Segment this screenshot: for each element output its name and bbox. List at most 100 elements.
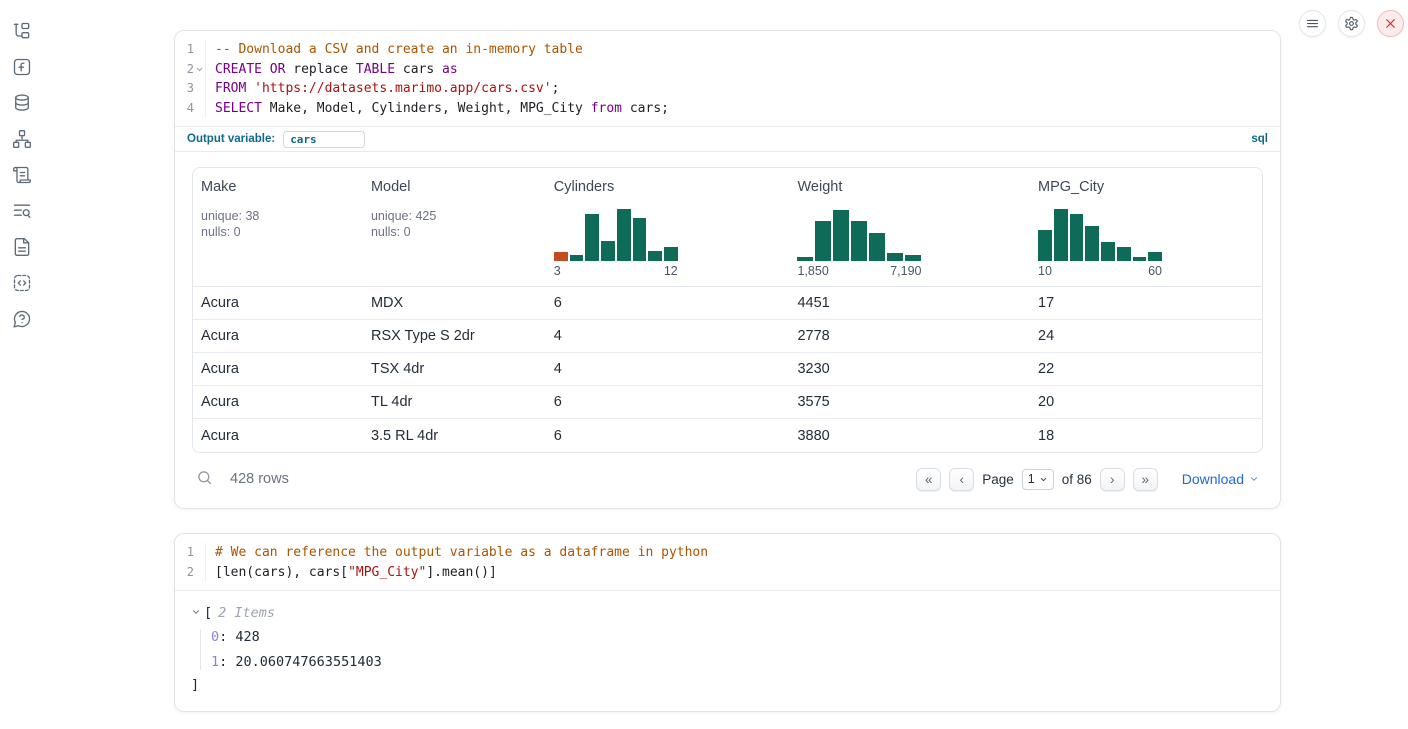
database-button[interactable] xyxy=(10,92,34,114)
histogram-bar[interactable] xyxy=(1070,214,1084,262)
shutdown-button[interactable] xyxy=(1377,10,1404,37)
histogram-bar[interactable] xyxy=(905,255,921,261)
code-text: -- Download a CSV and create an in-memor… xyxy=(206,40,583,60)
output-variable-input[interactable] xyxy=(283,131,365,148)
histogram-bar[interactable] xyxy=(851,221,867,262)
histogram-bar[interactable] xyxy=(1054,209,1068,261)
column-header-make: Make unique: 38nulls: 0 xyxy=(193,168,363,286)
histogram-bar[interactable] xyxy=(1148,252,1162,261)
previous-page-button[interactable]: ‹ xyxy=(949,468,974,491)
search-icon xyxy=(196,469,213,489)
nulls-count: nulls: 0 xyxy=(201,224,355,240)
table-row[interactable]: AcuraRSX Type S 2dr4277824 xyxy=(193,320,1262,353)
histogram-bar[interactable] xyxy=(601,241,615,262)
code-line[interactable]: 3FROM 'https://datasets.marimo.app/cars.… xyxy=(175,79,1280,99)
table-body: AcuraMDX6445117AcuraRSX Type S 2dr427782… xyxy=(193,287,1262,452)
column-stats: unique: 38nulls: 0 xyxy=(201,208,355,240)
histogram-bar[interactable] xyxy=(1085,226,1099,261)
next-page-button[interactable]: › xyxy=(1100,468,1125,491)
code-line[interactable]: 4SELECT Make, Model, Cylinders, Weight, … xyxy=(175,99,1280,119)
histogram-bar[interactable] xyxy=(633,218,647,261)
python-cell-output: [ 2 Items 0: 4281: 20.060747663551403 ] xyxy=(175,591,1280,711)
histogram-bar[interactable] xyxy=(887,253,903,261)
table-cell: TSX 4dr xyxy=(363,353,546,385)
python-code-editor[interactable]: 1# We can reference the output variable … xyxy=(175,534,1280,590)
tree-items: 0: 4281: 20.060747663551403 xyxy=(200,629,1264,670)
column-histogram: 312 xyxy=(554,207,678,278)
histogram-bar[interactable] xyxy=(664,247,678,261)
column-name[interactable]: Model xyxy=(371,179,538,195)
column-name[interactable]: Weight xyxy=(797,179,1022,195)
documentation-button[interactable] xyxy=(10,236,34,258)
histogram-ticks: 1060 xyxy=(1038,264,1162,278)
download-button[interactable]: Download xyxy=(1182,471,1259,487)
histogram-bar[interactable] xyxy=(648,251,662,261)
menu-icon xyxy=(1305,16,1320,31)
histogram-bar[interactable] xyxy=(585,214,599,262)
column-name[interactable]: MPG_City xyxy=(1038,179,1254,195)
column-header-model: Modelunique: 425nulls: 0 xyxy=(363,168,546,286)
histogram-bar[interactable] xyxy=(815,221,831,262)
language-badge: sql xyxy=(1251,133,1268,145)
list-item: 0: 428 xyxy=(211,629,1264,645)
histogram-bar[interactable] xyxy=(1101,242,1115,261)
table-row[interactable]: AcuraTL 4dr6357520 xyxy=(193,386,1262,419)
code-line[interactable]: 2CREATE OR replace TABLE cars as xyxy=(175,60,1280,80)
last-page-button[interactable]: » xyxy=(1133,468,1158,491)
database-icon xyxy=(12,93,32,113)
functions-button[interactable] xyxy=(10,56,34,78)
table-cell: Acura xyxy=(193,353,363,385)
table-footer: 428 rows « ‹ Page 1 of 86 › » Download xyxy=(192,462,1263,496)
pagination: « ‹ Page 1 of 86 › » Download xyxy=(916,468,1259,491)
code-line[interactable]: 1# We can reference the output variable … xyxy=(175,543,1280,563)
histogram-bar[interactable] xyxy=(833,210,849,261)
dependency-graph-button[interactable] xyxy=(10,128,34,150)
settings-button[interactable] xyxy=(1338,10,1365,37)
histogram-bar[interactable] xyxy=(1117,247,1131,261)
histogram-bar[interactable] xyxy=(797,257,813,262)
histogram-bar[interactable] xyxy=(570,255,584,261)
python-cell: 1# We can reference the output variable … xyxy=(174,533,1281,712)
table-cell: 6 xyxy=(546,419,790,452)
menu-button[interactable] xyxy=(1299,10,1326,37)
code-line[interactable]: 2[len(cars), cars["MPG_City"].mean()] xyxy=(175,563,1280,583)
documentation-icon xyxy=(12,237,32,257)
fold-chevron-icon[interactable] xyxy=(194,65,205,74)
total-pages-label: of 86 xyxy=(1062,472,1092,487)
histogram-bar[interactable] xyxy=(554,252,568,262)
logs-button[interactable] xyxy=(10,200,34,222)
histogram-bar[interactable] xyxy=(1038,230,1052,261)
column-name[interactable]: Make xyxy=(201,179,355,195)
search-button[interactable] xyxy=(196,469,213,489)
code-line[interactable]: 1-- Download a CSV and create an in-memo… xyxy=(175,40,1280,60)
page-select[interactable]: 1 xyxy=(1022,469,1054,490)
histogram-bar[interactable] xyxy=(869,233,885,261)
snippets-icon xyxy=(12,273,32,293)
hist-min-label: 10 xyxy=(1038,264,1052,278)
column-name[interactable]: Cylinders xyxy=(554,179,782,195)
table-row[interactable]: AcuraTSX 4dr4323022 xyxy=(193,353,1262,386)
chevron-down-icon xyxy=(191,606,201,621)
first-page-button[interactable]: « xyxy=(916,468,941,491)
row-count: 428 rows xyxy=(230,471,289,487)
file-tree-button[interactable] xyxy=(10,20,34,42)
code-text: SELECT Make, Model, Cylinders, Weight, M… xyxy=(206,99,669,119)
item-index: 1 xyxy=(211,654,219,670)
histogram xyxy=(1038,207,1162,261)
table-cell: Acura xyxy=(193,419,363,452)
code-text: FROM 'https://datasets.marimo.app/cars.c… xyxy=(206,79,559,99)
table-row[interactable]: AcuraMDX6445117 xyxy=(193,287,1262,320)
unique-count: unique: 425 xyxy=(371,208,538,224)
scratchpad-button[interactable] xyxy=(10,164,34,186)
table-cell: 24 xyxy=(1030,320,1262,352)
help-button[interactable] xyxy=(10,308,34,330)
table-row[interactable]: Acura3.5 RL 4dr6388018 xyxy=(193,419,1262,452)
code-text: CREATE OR replace TABLE cars as xyxy=(206,60,458,80)
histogram-bar[interactable] xyxy=(1133,257,1147,262)
snippets-button[interactable] xyxy=(10,272,34,294)
histogram-bar[interactable] xyxy=(617,209,631,261)
hist-max-label: 12 xyxy=(664,264,678,278)
collapse-toggle-button[interactable] xyxy=(191,606,201,621)
sql-code-editor[interactable]: 1-- Download a CSV and create an in-memo… xyxy=(175,31,1280,126)
table-cell: 3880 xyxy=(789,419,1030,452)
